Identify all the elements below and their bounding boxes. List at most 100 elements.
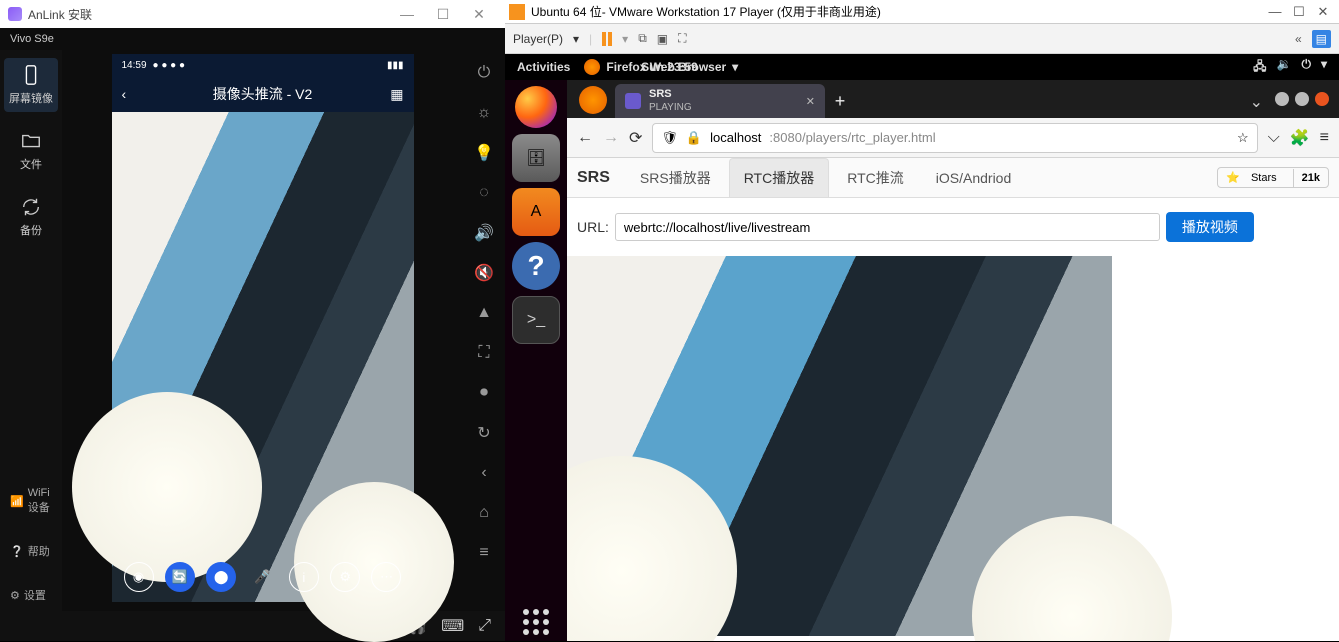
power-icon: ⏻ [1301,57,1311,78]
anlink-sidebar: 屏幕镜像 文件 备份 📶 WiFi设备 ❔ 帮助 ⚙ 设置 [0,50,62,611]
record-icon[interactable]: ⏺ [473,382,495,404]
dropdown-icon[interactable]: ▾ [573,32,579,46]
firefox-icon [584,59,600,75]
show-applications[interactable] [517,603,555,641]
brightness-icon[interactable]: ☼ [473,102,495,124]
signal-icon: ▮▮▮ [387,60,404,71]
expand-icon[interactable]: ⤢ [478,617,491,635]
close-button[interactable]: ✕ [461,0,497,28]
url-input[interactable] [615,213,1160,241]
dock-firefox[interactable] [515,86,557,128]
sidebar-item-settings[interactable]: ⚙ 设置 [0,579,62,611]
close-button[interactable]: ✕ [1311,2,1335,22]
chevron-down-icon: ▾ [1321,57,1327,78]
nav-reload-icon[interactable]: ⟳ [629,128,642,148]
srs-video-player[interactable] [567,256,1112,636]
settings-button[interactable]: ⚙ [330,562,360,592]
minimize-button[interactable]: — [1263,2,1287,22]
sidebar-item-mirror[interactable]: 屏幕镜像 [4,58,58,112]
new-tab-button[interactable]: + [825,91,855,112]
mic-button[interactable]: 🎤 [247,562,277,592]
keyboard-icon[interactable]: ⌨ [441,616,464,636]
sidebar-item-wifi[interactable]: 📶 WiFi设备 [0,479,62,523]
window-minimize[interactable] [1275,92,1289,106]
dock-help[interactable]: ? [512,242,560,290]
device-name: Vivo S9e [10,33,54,45]
lock-icon: 🔒 [686,130,702,146]
github-stars[interactable]: ⭐ Stars 21k [1217,167,1329,188]
folder-icon [20,130,42,152]
info-button[interactable]: i [289,562,319,592]
extension-icon[interactable]: 🧩 [1290,128,1310,148]
fullscreen-icon[interactable]: ⛶ [678,31,686,46]
srs-url-row: URL: 播放视频 [567,198,1339,256]
window-maximize[interactable] [1295,92,1309,106]
send-keys-icon[interactable]: ⧉ [638,31,647,46]
mute-icon[interactable]: 🔇 [473,262,495,284]
minimize-button[interactable]: — [389,0,425,28]
chevrons-icon[interactable]: « [1295,32,1302,46]
dock-software[interactable]: A [512,188,560,236]
maximize-button[interactable]: ☐ [425,0,461,28]
back-icon[interactable]: ‹ [122,86,127,102]
phone-controls: ◉ 🔄 ⬤ 🎤 i ⚙ ⋯ [112,552,414,602]
unity-icon[interactable]: ▣ [657,32,668,46]
power-icon[interactable]: ⏻ [473,62,495,84]
system-status[interactable]: 🖧 🔉 ⏻ ▾ [1253,57,1327,78]
crop-icon[interactable]: ⛶ [473,342,495,364]
url-bar[interactable]: 🛡 🔒 localhost:8080/players/rtc_player.ht… [652,123,1257,153]
ubuntu-dock: 🗄 A ? >_ [505,80,567,641]
clock[interactable]: Sun 23:59 [641,60,698,74]
activities-button[interactable]: Activities [517,60,570,74]
capture-button[interactable]: ⬤ [206,562,236,592]
phone-app-header: ‹ 摄像头推流 - V2 ▦ [112,76,414,112]
phone-camera-preview: ◉ 🔄 ⬤ 🎤 i ⚙ ⋯ [112,112,414,602]
pocket-icon[interactable]: ⌵ [1268,129,1280,147]
menu-icon[interactable]: ≡ [1320,129,1329,147]
switch-cam-button[interactable]: 🔄 [165,562,195,592]
status-dots-icon: ● ● ● ● [153,60,186,71]
vmware-logo-icon [509,4,525,20]
sidebar-item-files[interactable]: 文件 [4,124,58,178]
srs-tab-mobile[interactable]: iOS/Andriod [922,161,1025,195]
browser-tab[interactable]: SRS PLAYING ✕ [615,84,825,118]
more-button[interactable]: ⋯ [371,562,401,592]
dock-terminal[interactable]: >_ [512,296,560,344]
vmware-titlebar: Ubuntu 64 位- VMware Workstation 17 Playe… [505,0,1339,24]
rotate-icon[interactable]: ↻ [473,422,495,444]
window-close[interactable] [1315,92,1329,106]
shield-icon: 🛡 [661,130,678,146]
sidebar-item-help[interactable]: ❔ 帮助 [0,535,62,567]
player-menu[interactable]: Player(P) [513,32,563,46]
tab-close-icon[interactable]: ✕ [806,95,815,108]
pause-button[interactable] [602,32,612,46]
bookmark-star-icon[interactable]: ☆ [1237,130,1249,146]
network-icon: 🖧 [1253,57,1266,78]
bulb-off-icon[interactable]: ◌ [473,182,495,204]
recent-icon[interactable]: ≡ [473,542,495,564]
record-button[interactable]: ◉ [124,562,154,592]
nav-icon[interactable]: ▲ [473,302,495,324]
url-label: URL: [577,219,609,235]
nav-back-icon[interactable]: ← [577,129,593,147]
bulb-icon[interactable]: 💡 [473,142,495,164]
nav-forward-icon[interactable]: → [603,129,619,147]
sidebar-item-backup[interactable]: 备份 [4,190,58,244]
maximize-button[interactable]: ☐ [1287,2,1311,22]
gh-label: ⭐ Stars [1218,168,1292,187]
home-icon[interactable]: ⌂ [473,502,495,524]
play-button[interactable]: 播放视频 [1166,212,1254,242]
help-icon[interactable]: ▤ [1312,30,1331,48]
phone-screen[interactable]: 14:59 ● ● ● ● ▮▮▮ ‹ 摄像头推流 - V2 ▦ ◉ 🔄 [112,54,414,602]
srs-tab-rtc-player[interactable]: RTC播放器 [729,158,830,197]
tab-status: PLAYING [649,102,692,114]
tabs-dropdown-icon[interactable]: ⌄ [1250,92,1263,112]
volume-icon[interactable]: 🔊 [473,222,495,244]
grid-icon[interactable]: ▦ [390,86,403,103]
back-nav-icon[interactable]: ‹ [473,462,495,484]
device-bar: Vivo S9e [0,28,505,50]
srs-tab-player[interactable]: SRS播放器 [626,159,725,197]
srs-tab-rtc-push[interactable]: RTC推流 [833,159,918,197]
dock-files[interactable]: 🗄 [512,134,560,182]
phone-mirror-area: 14:59 ● ● ● ● ▮▮▮ ‹ 摄像头推流 - V2 ▦ ◉ 🔄 [62,50,463,611]
